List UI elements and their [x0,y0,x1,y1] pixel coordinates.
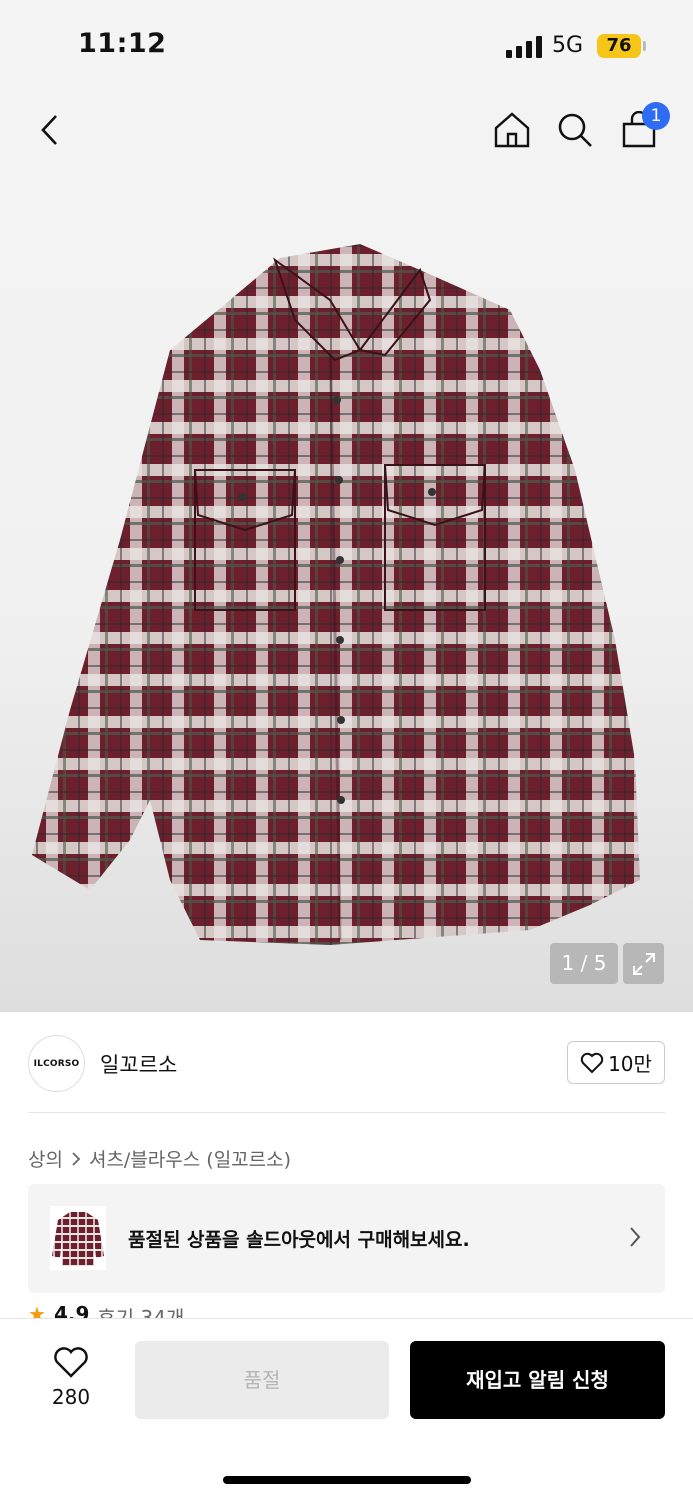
soldout-button[interactable]: 품절 [135,1341,389,1419]
wishlist-count: 280 [51,1385,91,1409]
cart-button[interactable]: 1 [614,100,670,160]
review-count: 후기 34개 [97,1306,185,1318]
plaid-shirt-illustration [32,244,640,945]
heart-icon [54,1347,88,1378]
breadcrumb-category[interactable]: 상의 [28,1145,63,1172]
chevron-right-icon [629,1226,641,1252]
brand-logo[interactable]: ILCORSO [28,1035,85,1092]
expand-icon[interactable] [623,943,664,984]
brand-like-button[interactable]: 10만 [567,1041,665,1084]
divider [28,1112,665,1113]
status-time: 11:12 [78,28,167,59]
top-nav: 1 [0,100,693,160]
network-label: 5G [552,33,584,58]
home-icon[interactable] [487,100,537,160]
star-icon: ★ [28,1302,46,1318]
product-image[interactable] [30,240,650,950]
brand-row[interactable]: ILCORSO 일꼬르소 10만 [28,1033,665,1093]
banner-text: 품절된 상품을 솔드아웃에서 구매해보세요. [128,1229,470,1251]
banner-thumbnail [50,1206,106,1270]
back-icon[interactable] [25,100,75,160]
brand-name[interactable]: 일꼬르소 [100,1049,177,1079]
battery-tip [643,41,646,51]
home-indicator [223,1476,471,1484]
brand-like-count: 10만 [608,1052,652,1076]
image-counter: 1 / 5 [550,943,618,984]
breadcrumb-subcategory[interactable]: 셔츠/블라우스 (일꼬르소) [89,1145,291,1172]
wishlist-button[interactable]: 280 [40,1347,102,1409]
chevron-right-icon [72,1151,81,1166]
breadcrumb: 상의 셔츠/블라우스 (일꼬르소) [28,1145,291,1172]
cart-badge: 1 [642,102,670,130]
heart-icon [580,1052,604,1073]
status-bar: 11:12 5G 76 [0,0,693,90]
soldout-banner[interactable]: 품절된 상품을 솔드아웃에서 구매해보세요. [28,1184,665,1293]
restock-alert-button[interactable]: 재입고 알림 신청 [410,1341,665,1419]
signal-icon [506,36,542,58]
rating-summary[interactable]: ★ 4.9 후기 34개 [28,1302,184,1318]
battery-icon: 76 [597,34,641,58]
rating-score: 4.9 [53,1302,90,1318]
bottom-action-bar: 280 품절 재입고 알림 신청 [0,1318,693,1500]
search-icon[interactable] [550,100,600,160]
